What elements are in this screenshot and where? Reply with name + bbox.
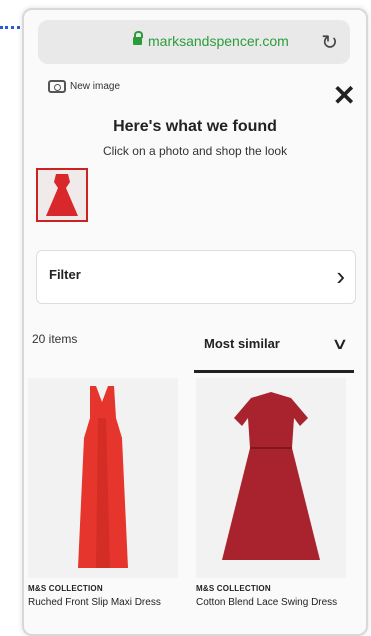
address-bar[interactable]: marksandspencer.com ↻ <box>38 20 350 64</box>
reload-icon[interactable]: ↻ <box>321 30 338 55</box>
sort-dropdown[interactable]: Most similar ∨ <box>194 330 354 373</box>
product-brand: M&S COLLECTION <box>196 584 271 593</box>
page-title: Here's what we found <box>113 118 277 135</box>
close-icon[interactable]: ✕ <box>333 82 356 110</box>
filter-row[interactable]: Filter › <box>36 250 356 304</box>
product-name[interactable]: Ruched Front Slip Maxi Dress <box>28 596 178 609</box>
new-image-label: New image <box>70 81 121 92</box>
sort-label: Most similar <box>204 336 280 351</box>
camera-icon <box>48 80 66 93</box>
lock-icon <box>133 31 143 45</box>
product-image[interactable] <box>28 378 178 578</box>
result-count: 20 items <box>32 332 78 346</box>
page-subtitle: Click on a photo and shop the look <box>102 144 288 158</box>
product-card[interactable]: M&S COLLECTION Ruched Front Slip Maxi Dr… <box>28 378 178 609</box>
product-brand: M&S COLLECTION <box>28 584 103 593</box>
chevron-right-icon: › <box>336 261 345 291</box>
product-name[interactable]: Cotton Blend Lace Swing Dress <box>196 596 346 609</box>
filter-label: Filter <box>49 267 81 282</box>
chevron-down-icon: ∨ <box>331 336 349 353</box>
phone-screen: marksandspencer.com ↻ New image ✕ Here's… <box>22 8 368 636</box>
uploaded-photo-thumbnail[interactable] <box>36 168 88 222</box>
new-image-button[interactable]: New image <box>48 80 120 93</box>
product-card[interactable]: M&S COLLECTION Cotton Blend Lace Swing D… <box>196 378 346 609</box>
product-image[interactable] <box>196 378 346 578</box>
url-text: marksandspencer.com <box>148 33 289 49</box>
